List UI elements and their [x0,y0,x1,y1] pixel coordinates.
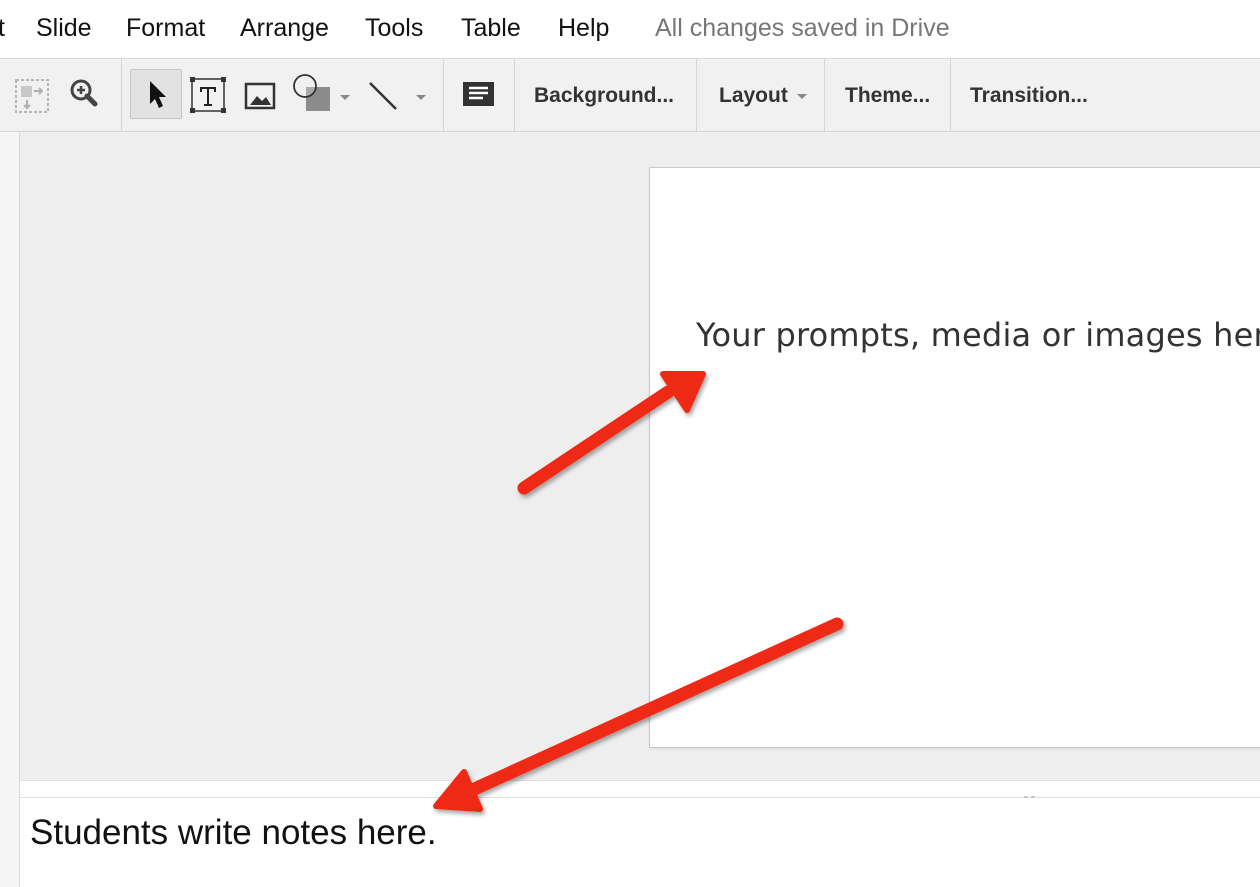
shape-dropdown-caret-icon[interactable] [340,95,350,100]
menu-slide[interactable]: Slide [36,13,92,43]
toolbar-separator [696,59,697,132]
menu-tools[interactable]: Tools [365,13,423,43]
menu-edit-partial[interactable]: t [0,13,5,43]
menu-help[interactable]: Help [558,13,609,43]
menu-format[interactable]: Format [126,13,205,43]
save-status: All changes saved in Drive [655,14,950,42]
theme-button[interactable]: Theme... [845,83,930,109]
comment-icon[interactable] [460,79,498,113]
slide[interactable]: Your prompts, media or images here [649,167,1260,748]
toolbar-separator [950,59,951,132]
menu-arrange[interactable]: Arrange [240,13,329,43]
zoom-icon[interactable] [66,76,102,112]
select-pointer-icon [150,81,166,108]
layout-button[interactable]: Layout [719,83,788,109]
layout-dropdown-caret-icon[interactable] [797,94,807,99]
toolbar-separator [443,59,444,132]
line-dropdown-caret-icon[interactable] [416,95,426,100]
speaker-notes-area[interactable]: Students write notes here. [20,798,1260,887]
transition-button[interactable]: Transition... [970,83,1088,109]
background-button[interactable]: Background... [534,83,674,109]
toolbar-separator [514,59,515,132]
toolbar-separator [121,59,122,132]
toolbar-separator [824,59,825,132]
image-icon[interactable] [243,81,279,111]
resize-grip-icon[interactable] [1024,787,1044,818]
text-box-icon[interactable] [189,76,227,114]
menu-table[interactable]: Table [461,13,521,43]
filmstrip-edge[interactable] [0,132,20,887]
notes-resize-divider[interactable] [20,780,1260,818]
select-tool-button[interactable] [130,69,182,119]
menu-bar: t Slide Format Arrange Tools Table Help … [0,0,1260,58]
shape-icon[interactable] [290,73,336,117]
toolbar: Background... Layout Theme... Transition… [0,58,1260,132]
speaker-notes-text[interactable]: Students write notes here. [30,813,437,853]
line-icon[interactable] [366,79,400,113]
fit-to-screen-icon[interactable] [12,76,52,116]
slide-body-text[interactable]: Your prompts, media or images here [696,316,1260,354]
